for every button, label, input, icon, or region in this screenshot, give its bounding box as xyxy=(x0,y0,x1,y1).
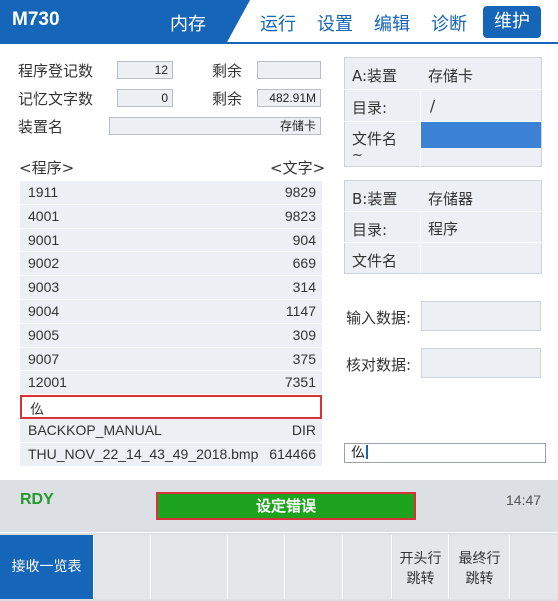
table-row[interactable]: 4001 9823 xyxy=(20,204,322,229)
memory-chars-label: 记忆文字数 xyxy=(18,90,94,108)
divider xyxy=(344,211,542,212)
remaining-label-2: 剩余 xyxy=(212,90,243,108)
program-size: 314 xyxy=(292,279,316,296)
program-column-header: <程序> xyxy=(19,159,75,177)
softkey-receive-list[interactable]: 接收一览表 xyxy=(0,535,94,599)
table-row[interactable]: 9001 904 xyxy=(20,228,322,253)
input-row-text: 仫 xyxy=(30,401,44,418)
softkey-empty-1[interactable] xyxy=(95,535,151,599)
table-row[interactable]: 9004 1147 xyxy=(20,299,322,324)
memory-mode-label: 内存 xyxy=(170,14,206,35)
program-name: 9007 xyxy=(28,350,60,367)
remaining-value-2: 482.91M xyxy=(257,89,321,107)
device-b-value: 存储器 xyxy=(428,190,474,208)
softkey-empty-4[interactable] xyxy=(286,535,343,599)
table-row[interactable]: 1911 9829 xyxy=(20,181,322,205)
device-a-tilde: ~ xyxy=(352,148,363,163)
chars-column-header: <文字> xyxy=(270,159,326,177)
softkey-jump-start-line-label: 开头行 xyxy=(399,551,442,567)
device-a-dir-value: / xyxy=(430,97,436,115)
header-divider xyxy=(226,42,558,44)
device-name-label: 装置名 xyxy=(18,118,64,136)
program-name: 9005 xyxy=(28,326,60,343)
ready-status: RDY xyxy=(20,491,54,508)
device-b-file-label: 文件名 xyxy=(352,252,398,270)
input-data-label: 输入数据: xyxy=(346,309,412,327)
program-name: 9001 xyxy=(28,231,60,248)
table-row[interactable]: 12001 7351 xyxy=(20,371,322,396)
program-name: 1911 xyxy=(28,184,59,200)
divider xyxy=(344,89,542,90)
device-name-value: 存储卡 xyxy=(109,117,321,135)
device-b-dir-value: 程序 xyxy=(428,220,459,238)
program-name: 9004 xyxy=(28,302,60,319)
program-name: BACKKOP_MANUAL xyxy=(28,421,162,438)
program-size: 9823 xyxy=(284,207,316,224)
table-row[interactable]: 9007 375 xyxy=(20,347,322,372)
menu-run[interactable]: 运行 xyxy=(260,10,296,36)
program-name: 9003 xyxy=(28,279,60,296)
divider xyxy=(420,211,421,274)
program-size: DIR xyxy=(291,421,316,438)
program-name: 9002 xyxy=(28,255,60,272)
header-bar: M730 内存 运行 设置 编辑 诊断 维护 xyxy=(0,0,558,44)
divider xyxy=(344,242,542,243)
table-row[interactable]: 9003 314 xyxy=(20,276,322,300)
selected-input-row[interactable]: 仫 xyxy=(20,395,322,419)
clock: 14:47 xyxy=(506,492,542,508)
program-size: 9829 xyxy=(284,184,316,200)
program-name: THU_NOV_22_14_43_49_2018.bmp xyxy=(28,445,259,462)
softkey-jump-end-line[interactable]: 最终行 跳转 xyxy=(450,535,510,599)
text-caret xyxy=(366,445,368,459)
softkey-jump-end-line-label: 最终行 xyxy=(458,551,501,567)
remaining-value-1 xyxy=(257,61,321,79)
program-name: 4001 xyxy=(28,207,60,224)
verify-data-label: 核对数据: xyxy=(346,356,412,374)
table-row[interactable]: THU_NOV_22_14_43_49_2018.bmp 614466 xyxy=(20,442,322,467)
device-b-label: B:装置 xyxy=(352,190,398,208)
softkey-empty-3[interactable] xyxy=(229,535,285,599)
table-row[interactable]: BACKKOP_MANUAL DIR xyxy=(20,418,322,443)
input-data-field[interactable] xyxy=(421,301,541,331)
registered-programs-label: 程序登记数 xyxy=(18,62,94,80)
softkey-jump-end-line-label: 跳转 xyxy=(465,571,494,587)
program-size: 904 xyxy=(292,231,316,248)
menu-setup[interactable]: 设置 xyxy=(317,10,353,36)
table-row[interactable]: 9005 309 xyxy=(20,323,322,348)
registered-programs-value: 12 xyxy=(117,61,173,79)
device-a-filename-field[interactable] xyxy=(421,122,541,148)
program-size: 614466 xyxy=(269,445,316,462)
device-a-file-label: 文件名 xyxy=(352,130,398,148)
device-a-value: 存储卡 xyxy=(428,67,474,85)
program-name: 12001 xyxy=(28,374,67,391)
menu-maintenance[interactable]: 维护 xyxy=(483,6,541,38)
table-row[interactable]: 9002 669 xyxy=(20,252,322,277)
softkey-jump-start-line-label: 跳转 xyxy=(406,571,435,587)
softkey-jump-start-line[interactable]: 开头行 跳转 xyxy=(393,535,449,599)
memory-chars-value: 0 xyxy=(117,89,173,107)
menu-diagnosis[interactable]: 诊断 xyxy=(431,10,467,36)
command-input[interactable]: 仫 xyxy=(344,443,546,463)
program-size: 309 xyxy=(292,326,316,343)
device-a-dir-label: 目录: xyxy=(352,99,388,117)
program-size: 7351 xyxy=(284,374,316,391)
device-b-dir-label: 目录: xyxy=(352,221,388,239)
command-input-text: 仫 xyxy=(351,445,365,461)
program-list: 1911 9829 4001 9823 9001 904 9002 669 9003 31… xyxy=(20,181,322,467)
softkey-empty-5[interactable] xyxy=(344,535,392,599)
machine-model: M730 xyxy=(12,9,60,30)
remaining-label-1: 剩余 xyxy=(212,62,243,80)
program-size: 669 xyxy=(292,255,316,272)
program-size: 1147 xyxy=(285,302,316,319)
softkey-empty-2[interactable] xyxy=(152,535,228,599)
softkey-empty-6[interactable] xyxy=(511,535,558,599)
menu-edit[interactable]: 编辑 xyxy=(374,10,410,36)
alarm-message: 设定错误 xyxy=(156,492,416,520)
verify-data-field[interactable] xyxy=(421,348,541,378)
program-size: 375 xyxy=(292,350,316,367)
device-a-label: A:装置 xyxy=(352,67,398,85)
